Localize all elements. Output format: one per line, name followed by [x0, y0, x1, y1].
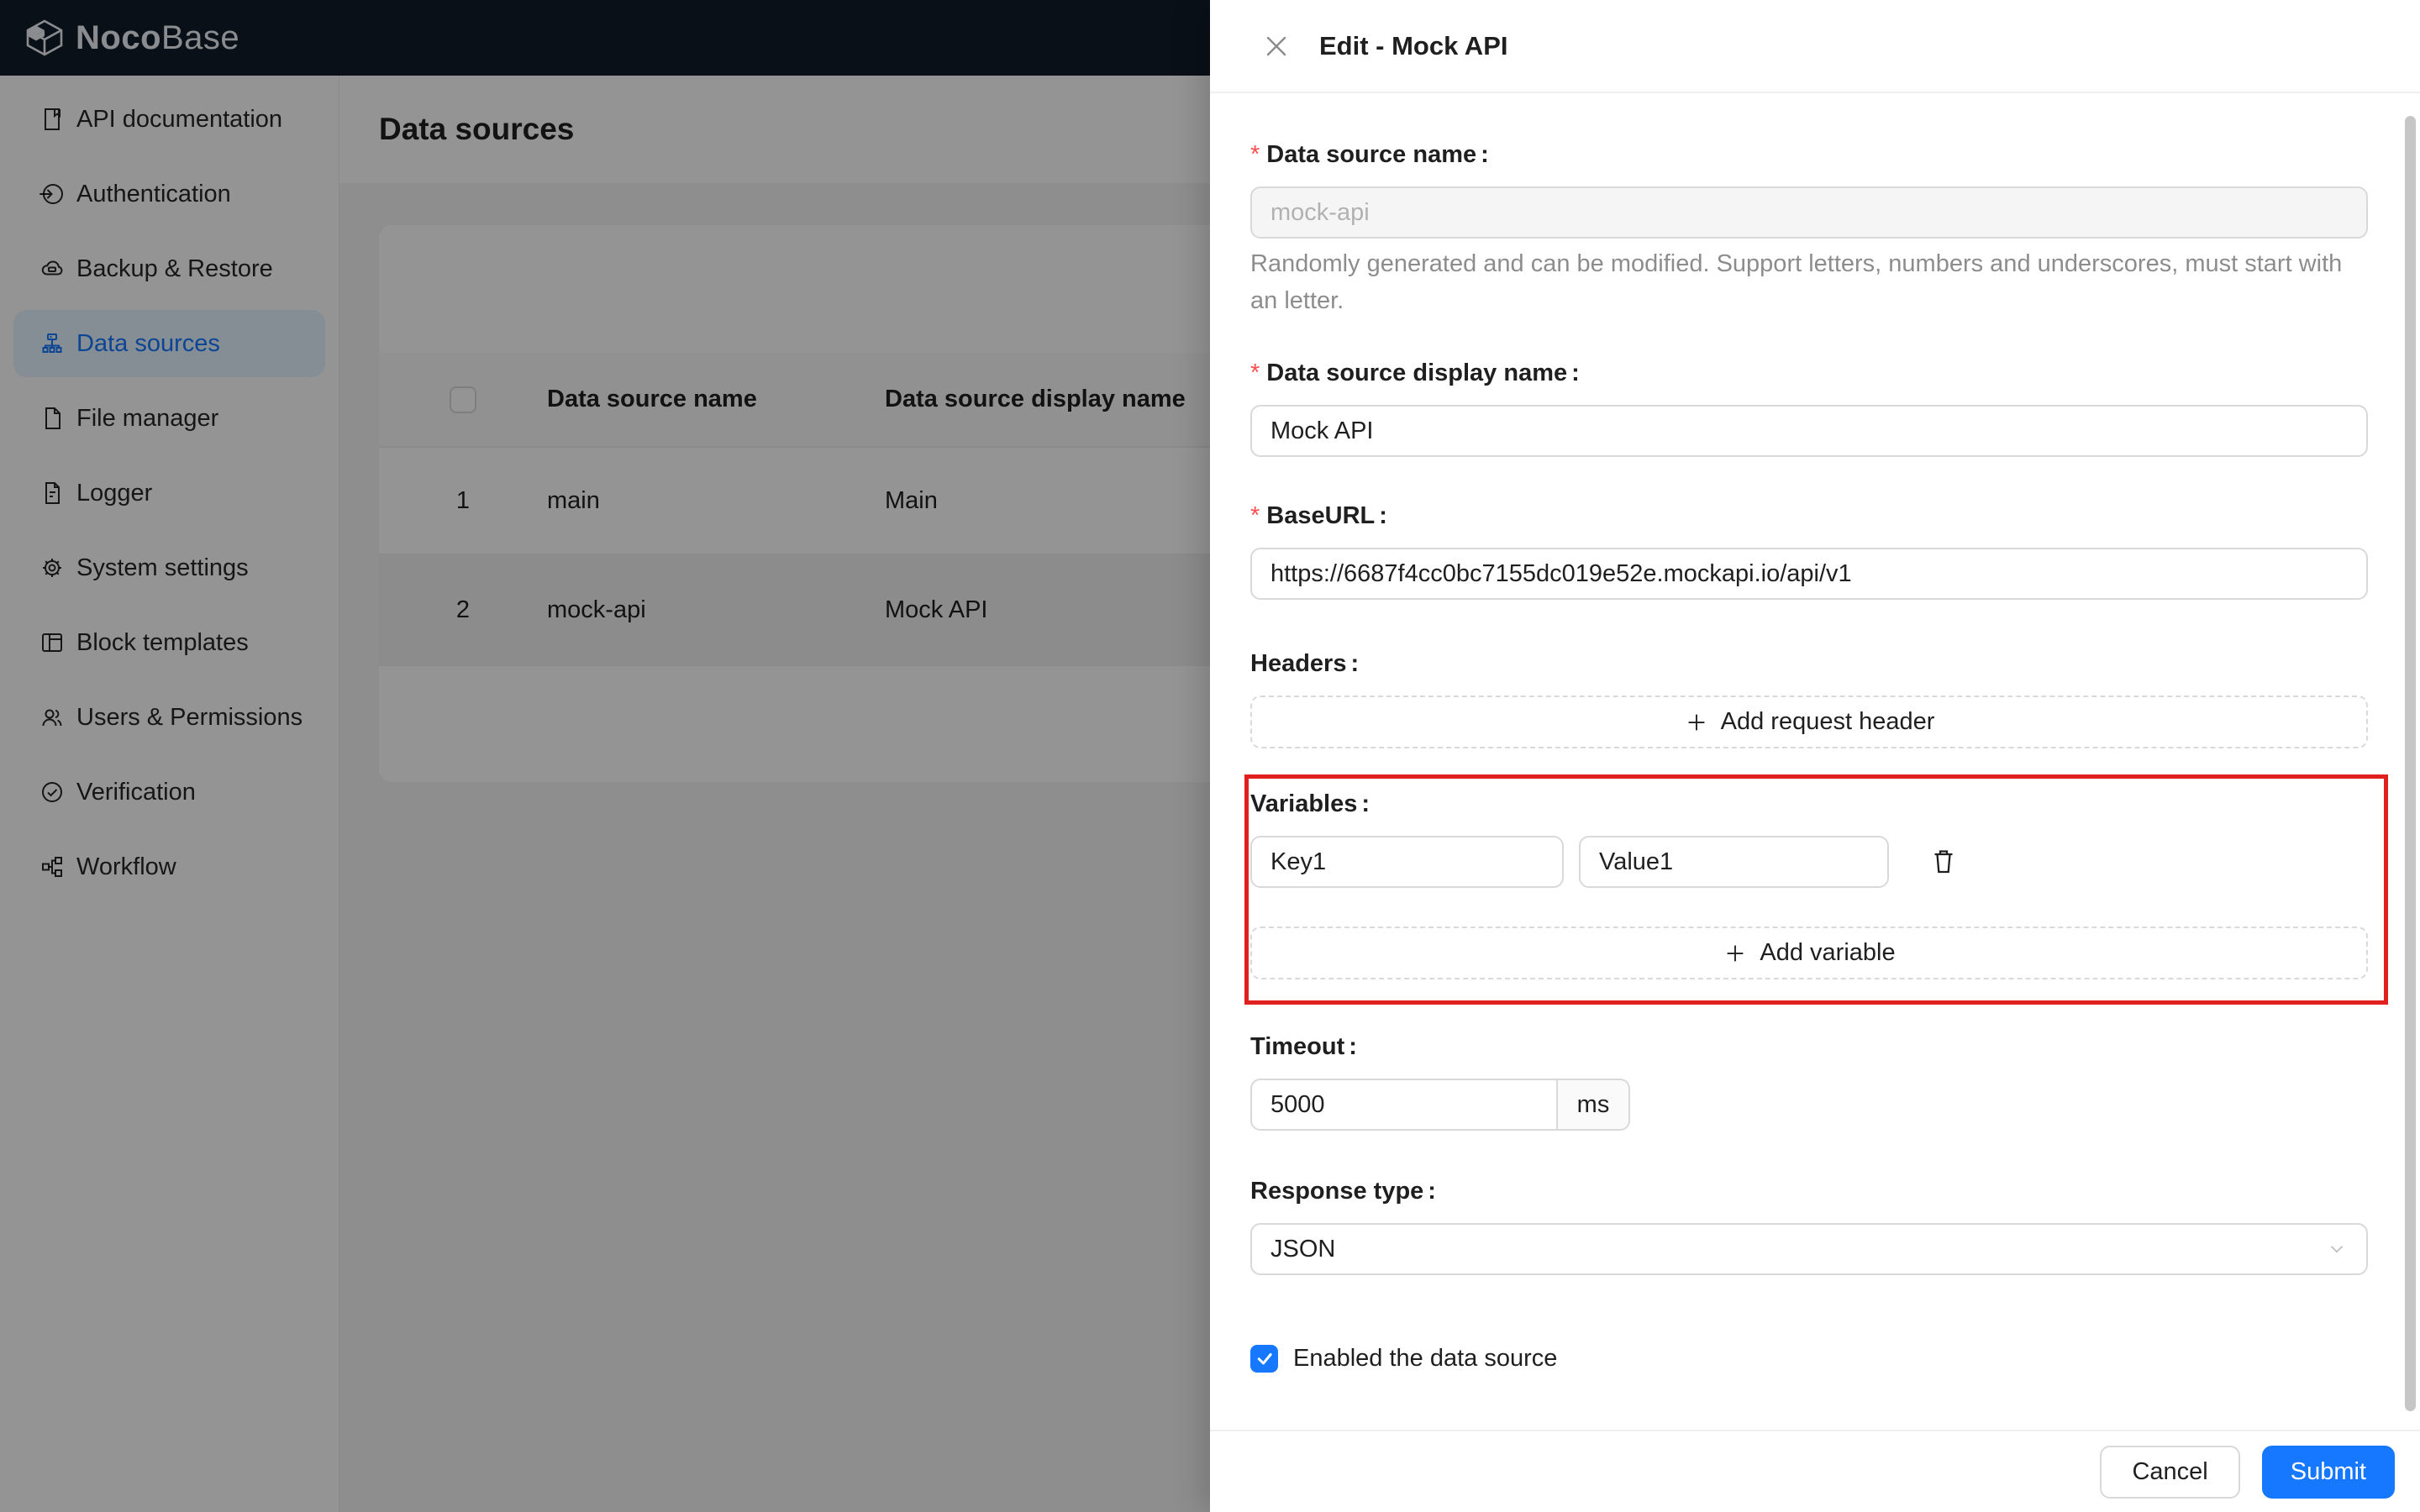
check-icon: [1257, 1353, 1272, 1365]
plus-icon: [1728, 945, 1744, 961]
variable-value-input[interactable]: [1579, 836, 1889, 888]
field-label: * Data source display name:: [1250, 360, 1580, 386]
field-data-source-name: * Data source name: Randomly generated a…: [1250, 141, 2368, 319]
drawer-scrollbar-thumb[interactable]: [2405, 116, 2416, 1411]
field-help-text: Randomly generated and can be modified. …: [1250, 250, 2343, 314]
add-request-header-button[interactable]: Add request header: [1250, 696, 2368, 748]
drawer-title: Edit - Mock API: [1319, 30, 1508, 60]
timeout-input[interactable]: [1250, 1079, 1558, 1131]
variable-row: [1250, 836, 2368, 888]
submit-button[interactable]: Submit: [2261, 1445, 2395, 1499]
data-source-name-input[interactable]: [1250, 186, 2368, 239]
field-label: Headers:: [1250, 650, 1360, 677]
close-icon[interactable]: [1264, 34, 1289, 59]
required-mark: *: [1250, 502, 1260, 529]
variable-key-input[interactable]: [1250, 836, 1564, 888]
base-url-input[interactable]: [1250, 548, 2368, 600]
drawer-header: Edit - Mock API: [1210, 0, 2420, 93]
display-name-input[interactable]: [1250, 405, 2368, 457]
response-type-select[interactable]: JSON: [1250, 1223, 2368, 1275]
timeout-unit-addon: ms: [1558, 1079, 1630, 1131]
edit-drawer: Edit - Mock API * Data source name: Rand…: [1210, 0, 2420, 1512]
plus-icon: [1688, 714, 1704, 730]
field-display-name: * Data source display name:: [1250, 360, 2368, 457]
field-timeout: Timeout: ms: [1250, 1033, 2368, 1131]
timeout-input-group: ms: [1250, 1079, 2368, 1131]
delete-variable-icon[interactable]: [1928, 846, 1960, 878]
required-mark: *: [1250, 141, 1260, 168]
drawer-body: * Data source name: Randomly generated a…: [1210, 93, 2408, 1430]
field-variables: Variables: Add variable: [1250, 790, 2368, 979]
field-label: Timeout:: [1250, 1033, 1357, 1060]
field-label: Response type:: [1250, 1178, 1436, 1205]
field-label: * BaseURL:: [1250, 502, 1387, 529]
field-enabled: Enabled the data source: [1250, 1344, 2368, 1373]
field-label: * Data source name:: [1250, 141, 1489, 168]
enabled-checkbox-label: Enabled the data source: [1293, 1344, 1558, 1372]
required-mark: *: [1250, 360, 1260, 386]
field-response-type: Response type: JSON: [1250, 1178, 2368, 1275]
cancel-button[interactable]: Cancel: [2100, 1445, 2240, 1499]
add-variable-button[interactable]: Add variable: [1250, 927, 2368, 979]
field-base-url: * BaseURL:: [1250, 502, 2368, 600]
enabled-checkbox[interactable]: [1250, 1344, 1278, 1373]
chevron-down-icon: [2330, 1246, 2344, 1253]
field-headers: Headers: Add request header: [1250, 650, 2368, 748]
drawer-footer: Cancel Submit: [1210, 1430, 2420, 1512]
selected-value: JSON: [1270, 1235, 1336, 1263]
field-label: Variables:: [1250, 790, 1370, 817]
